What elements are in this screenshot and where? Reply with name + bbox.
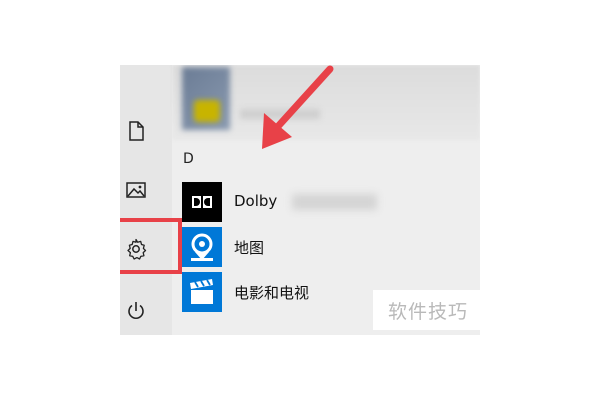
blurred-app-name-suffix <box>292 194 377 210</box>
app-item-maps[interactable]: 地图 <box>182 227 480 267</box>
power-button[interactable] <box>122 297 150 325</box>
maps-icon <box>191 233 213 261</box>
dolby-icon <box>192 196 212 208</box>
settings-highlight-box <box>120 218 182 274</box>
app-name-movies-tv: 电影和电视 <box>234 284 310 302</box>
dolby-tile <box>182 182 222 222</box>
pictures-icon <box>126 182 146 198</box>
power-icon <box>128 302 144 319</box>
watermark-text: 软件技巧 <box>373 290 483 330</box>
app-name-dolby: Dolby <box>234 192 278 210</box>
movies-tv-icon <box>190 279 213 304</box>
app-name-maps: 地图 <box>234 239 265 257</box>
movies-tv-tile <box>182 272 222 312</box>
app-item-dolby[interactable]: Dolby <box>182 182 480 222</box>
blurred-app-icon <box>194 100 220 122</box>
section-header-d[interactable]: D <box>183 151 194 167</box>
start-menu-left-rail <box>120 65 172 335</box>
pictures-button[interactable] <box>122 176 150 204</box>
maps-tile <box>182 227 222 267</box>
documents-button[interactable] <box>122 117 150 145</box>
red-pointer-arrow <box>262 65 334 149</box>
document-icon <box>129 121 144 141</box>
